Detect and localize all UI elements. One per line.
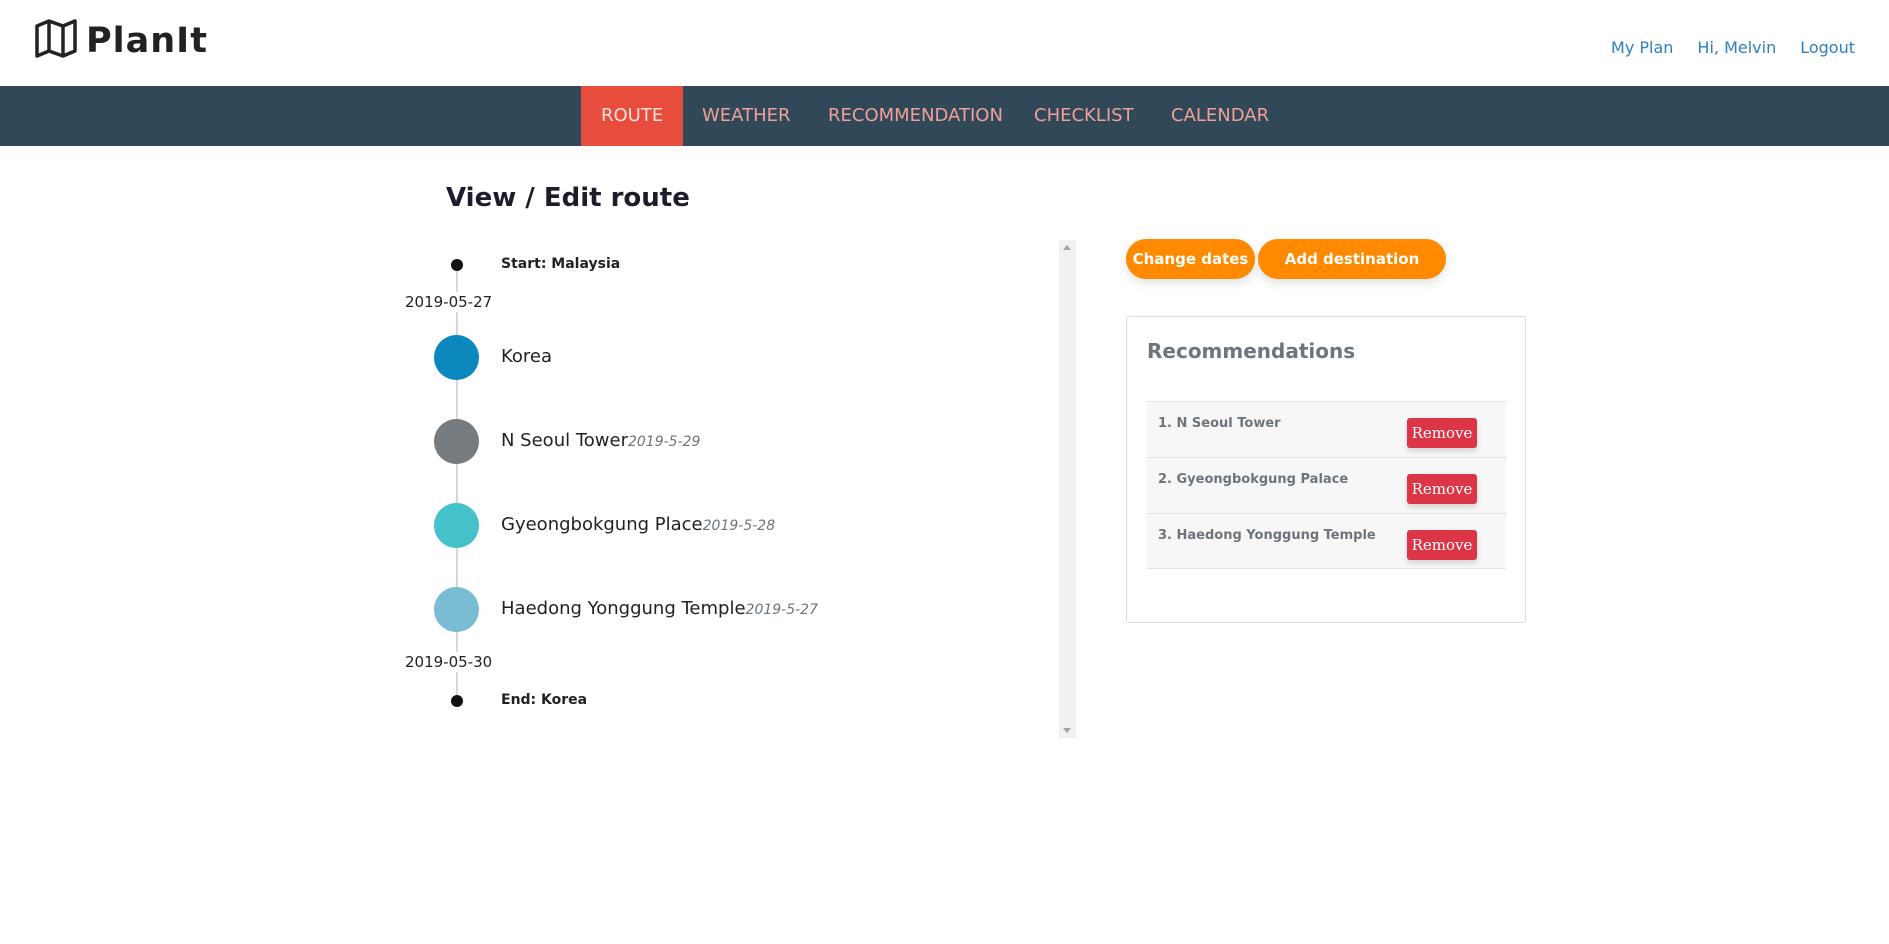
route-stop[interactable]: Gyeongbokgung Place2019-5-28 [501, 514, 775, 535]
top-header: PlanIt My Plan Hi, Melvin Logout [0, 0, 1889, 86]
timeline-line [456, 265, 458, 700]
add-destination-button[interactable]: Add destination [1258, 239, 1446, 279]
main-tabbar: ROUTE WEATHER RECOMMENDATION CHECKLIST C… [0, 86, 1889, 146]
route-stop[interactable]: Haedong Yonggung Temple2019-5-27 [501, 598, 818, 619]
recommendation-label: 1. N Seoul Tower [1158, 416, 1281, 431]
list-item: 1. N Seoul Tower Remove [1147, 401, 1506, 457]
stop-name: Korea [501, 346, 553, 367]
recommendations-title: Recommendations [1147, 339, 1356, 363]
stop-date: 2019-5-27 [745, 602, 818, 618]
stop-name: Gyeongbokgung Place [501, 514, 703, 535]
stop-name: Haedong Yonggung Temple [501, 598, 746, 619]
remove-button[interactable]: Remove [1407, 474, 1477, 504]
end-marker [451, 695, 463, 707]
route-timeline [400, 240, 1076, 738]
route-scrollbar[interactable] [1059, 240, 1076, 738]
stop-marker[interactable] [434, 335, 479, 380]
list-item: 3. Haedong Yonggung Temple Remove [1147, 513, 1506, 569]
stop-marker[interactable] [434, 587, 479, 632]
app-title: PlanIt [86, 20, 208, 61]
route-stop[interactable]: N Seoul Tower2019-5-29 [501, 430, 700, 451]
tab-weather[interactable]: WEATHER [682, 86, 811, 146]
end-date-label: 2019-05-30 [405, 652, 493, 672]
change-dates-button[interactable]: Change dates [1126, 239, 1255, 279]
stop-date: 2019-5-29 [627, 434, 701, 450]
map-icon [34, 18, 78, 63]
remove-button[interactable]: Remove [1407, 530, 1477, 560]
page-title: View / Edit route [446, 183, 690, 213]
stop-name: N Seoul Tower [501, 430, 628, 451]
user-nav: My Plan Hi, Melvin Logout [1611, 38, 1855, 57]
recommendation-label: 3. Haedong Yonggung Temple [1158, 528, 1376, 543]
logout-link[interactable]: Logout [1800, 38, 1855, 57]
stop-marker[interactable] [434, 419, 479, 464]
route-start-label: Start: Malaysia [501, 256, 621, 272]
start-marker [451, 259, 463, 271]
my-plan-link[interactable]: My Plan [1611, 38, 1673, 57]
scroll-up-icon[interactable] [1063, 245, 1071, 250]
scroll-down-icon[interactable] [1063, 728, 1071, 733]
tab-recommendation[interactable]: RECOMMENDATION [808, 86, 1023, 146]
app-logo[interactable]: PlanIt [34, 18, 208, 63]
tab-checklist[interactable]: CHECKLIST [1014, 86, 1154, 146]
tab-route[interactable]: ROUTE [581, 86, 684, 146]
user-greeting-link[interactable]: Hi, Melvin [1697, 38, 1776, 57]
list-item: 2. Gyeongbokgung Palace Remove [1147, 457, 1506, 513]
stop-date: 2019-5-28 [702, 518, 776, 534]
stop-marker[interactable] [434, 503, 479, 548]
route-stop[interactable]: Korea [501, 346, 552, 367]
tab-calendar[interactable]: CALENDAR [1151, 86, 1289, 146]
recommendations-list: 1. N Seoul Tower Remove 2. Gyeongbokgung… [1147, 401, 1506, 569]
remove-button[interactable]: Remove [1407, 418, 1477, 448]
start-date-label: 2019-05-27 [405, 292, 493, 312]
recommendations-card: Recommendations 1. N Seoul Tower Remove … [1126, 316, 1526, 623]
route-end-label: End: Korea [501, 692, 588, 708]
recommendation-label: 2. Gyeongbokgung Palace [1158, 472, 1349, 487]
